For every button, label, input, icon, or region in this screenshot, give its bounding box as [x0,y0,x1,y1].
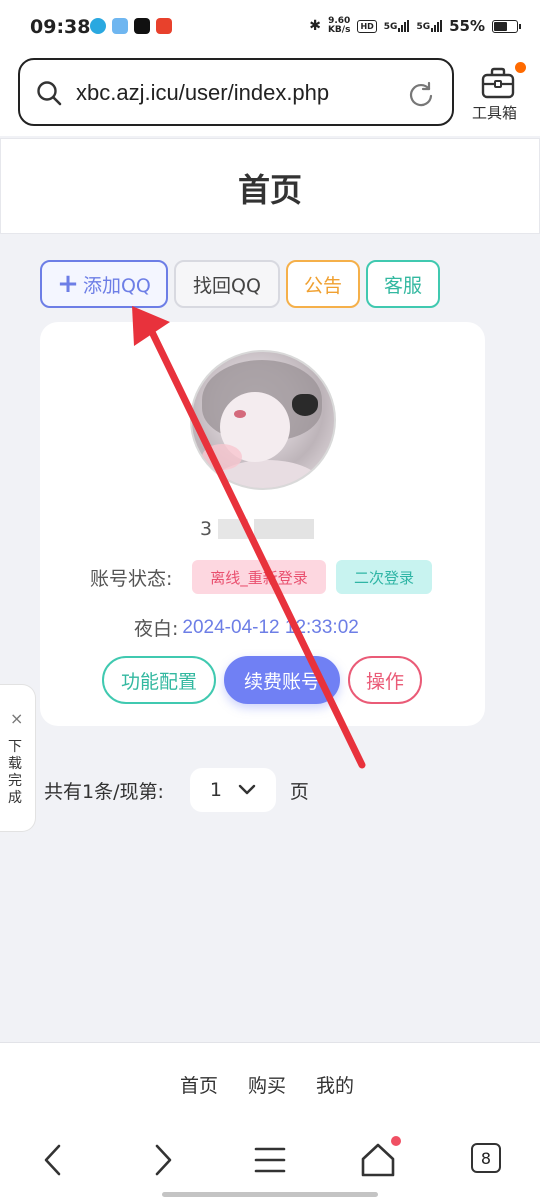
top-button-row: + 添加QQ 找回QQ 公告 客服 [40,260,440,308]
find-qq-button[interactable]: 找回QQ [174,260,280,308]
battery-percent: 55% [449,17,485,35]
notification-dot [515,62,526,73]
config-button[interactable]: 功能配置 [102,656,216,704]
second-login-badge[interactable]: 二次登录 [336,560,432,594]
address-bar[interactable]: xbc.azj.icu/user/index.php [18,58,454,126]
status-indicators: ✱ 9.60 KB/s HD 5G 5G 55% [309,16,521,35]
operation-buttons: 功能配置 续费账号 操作 [102,656,422,704]
redacted-block [254,519,315,539]
page-select[interactable]: 1 [189,768,276,812]
reload-icon[interactable] [408,81,434,107]
nav-item-buy[interactable]: 购买 [248,1071,286,1098]
app-notification-icon [90,18,106,34]
toolbox-button[interactable]: 工具箱 [470,62,526,124]
home-indicator [162,1192,378,1197]
notice-button[interactable]: 公告 [286,260,360,308]
chevron-down-icon [238,784,256,795]
timestamp-row: 夜白: 2024-04-12 12:33:02 [134,614,359,641]
close-icon[interactable]: × [10,709,23,728]
status-time: 09:38 [30,16,91,38]
pagination: 共有1条/现第: 1 页 [44,768,309,812]
signal-5g-1: 5G [384,20,410,32]
status-app-icons [90,18,172,34]
add-qq-button[interactable]: + 添加QQ [40,260,168,308]
pagination-summary: 共有1条/现第: [44,780,164,803]
redacted-block [218,519,249,539]
account-card: 3 账号状态: 离线_重新登录 二次登录 夜白: 2024-04-12 12:3… [40,322,485,726]
signal-5g-2: 5G [416,20,443,32]
page-title: 首页 [237,171,302,209]
app-notification-icon [156,18,172,34]
timestamp-value: 2024-04-12 12:33:02 [182,616,359,638]
bluetooth-icon: ✱ [309,18,321,34]
status-bar: 09:38 ✱ 9.60 KB/s HD 5G 5G 55% [0,0,540,56]
download-complete-label: 下载完成 [8,739,22,806]
forward-icon[interactable] [142,1140,182,1180]
network-speed: 9.60 KB/s [327,16,351,35]
add-qq-label: 添加QQ [82,274,151,297]
tiktok-icon [134,18,150,34]
tabs-button[interactable]: 8 [471,1143,501,1173]
battery-icon [492,19,521,33]
url-text[interactable]: xbc.azj.icu/user/index.php [76,80,329,106]
nav-item-home[interactable]: 首页 [180,1071,218,1098]
status-label: 账号状态: [90,567,173,590]
offline-relogin-badge[interactable]: 离线_重新登录 [192,560,326,594]
renew-account-button[interactable]: 续费账号 [224,656,340,704]
notification-dot [391,1136,401,1146]
page-select-value: 1 [209,779,222,801]
search-icon [37,81,62,106]
browser-bottom-bar: 8 [0,1118,540,1200]
page-header: 首页 [0,138,540,234]
toolbox-label: 工具箱 [472,104,518,122]
hd-icon: HD [357,19,377,33]
toolbox-icon [481,67,515,99]
account-status-row: 账号状态: 离线_重新登录 二次登录 [90,560,432,594]
app-notification-icon [112,18,128,34]
menu-icon[interactable] [250,1140,290,1180]
customer-service-button[interactable]: 客服 [366,260,440,308]
nav-item-mine[interactable]: 我的 [316,1071,354,1098]
download-complete-panel[interactable]: × 下载完成 [0,684,36,832]
plus-icon: + [57,269,79,299]
avatar [190,350,336,490]
qq-number: 3 [200,518,315,540]
browser-toolbar: xbc.azj.icu/user/index.php 工具箱 [0,56,540,136]
name-label: 夜白: [134,618,179,640]
page-suffix: 页 [289,780,309,803]
home-icon[interactable] [358,1140,398,1180]
site-bottom-nav: 首页 购买 我的 [0,1042,540,1118]
action-button[interactable]: 操作 [348,656,422,704]
back-icon[interactable] [34,1140,74,1180]
